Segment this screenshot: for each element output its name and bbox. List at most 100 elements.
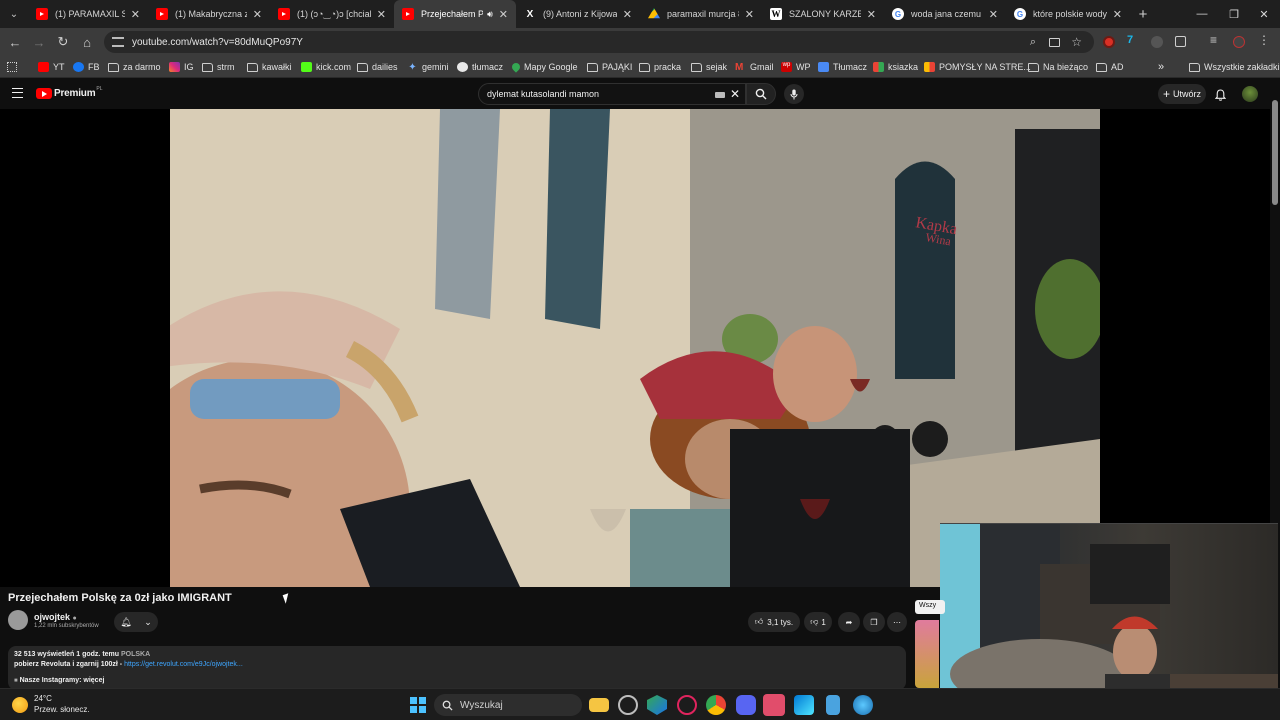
notifications-bell-icon[interactable]	[1214, 88, 1227, 106]
close-tab-icon[interactable]: ✕	[867, 8, 876, 21]
menu-kebab-icon[interactable]: ⋮	[1258, 33, 1270, 47]
browser-tab[interactable]: (1) (ɔ◔‿◔)ɔ [chcial ✕	[270, 0, 394, 28]
zoom-icon[interactable]: ⌕	[1030, 36, 1036, 49]
share-button[interactable]: ➦	[838, 612, 860, 632]
bookmark-yt[interactable]: YT	[38, 60, 65, 74]
weather-desc[interactable]: Przew. słonecz.	[34, 705, 90, 714]
address-bar[interactable]: youtube.com/watch?v=80dMuQPo97Y ⌕ ☆	[104, 31, 1094, 53]
opera-icon[interactable]	[677, 695, 697, 715]
save-button[interactable]: ❐	[863, 612, 885, 632]
subscription-bell-button[interactable]: 🔔︎ ⌄	[114, 612, 158, 632]
browser-tab[interactable]: (1) Makabryczna zbro ✕	[148, 0, 270, 28]
speaker-icon[interactable]: 🔊︎	[487, 9, 493, 20]
site-info-icon[interactable]	[112, 37, 124, 47]
bookmark-gmail[interactable]: M Gmail	[735, 60, 774, 74]
close-window-icon[interactable]: ✕	[1248, 0, 1280, 28]
bookmark-folder[interactable]: AD	[1096, 60, 1124, 74]
bookmark-folder[interactable]: kawałki	[247, 60, 292, 74]
forward-arrow-icon[interactable]: →	[29, 32, 49, 52]
related-video-thumbnail[interactable]	[915, 620, 939, 688]
show-more-link[interactable]: więcej	[83, 677, 104, 684]
keyboard-icon[interactable]	[715, 92, 725, 98]
browser-tab[interactable]: paramaxil murcja 80 ✕	[640, 0, 762, 28]
youtube-logo[interactable]: Premium PL	[36, 86, 103, 99]
close-tab-icon[interactable]: ✕	[253, 8, 262, 21]
search-button[interactable]	[746, 83, 776, 105]
video-description[interactable]: 32 513 wyświetleń 1 godz. temu POLSKA po…	[8, 646, 906, 690]
filter-chip-all[interactable]: Wszy	[915, 600, 945, 614]
tab-search-chevron-icon[interactable]: ⌄	[0, 0, 28, 28]
close-tab-icon[interactable]: ✕	[499, 8, 508, 21]
reload-icon[interactable]: ↻	[53, 32, 73, 52]
bookmark-translate[interactable]: tłumacz	[457, 60, 503, 74]
bookmark-pomysly[interactable]: POMYSŁY NA STRE...	[924, 60, 1031, 74]
bookmark-star-icon[interactable]: ☆	[1071, 35, 1082, 49]
description-link[interactable]: https://get.revolut.com/e9Jc/ojwojtek...	[124, 661, 243, 668]
notepad-icon[interactable]	[826, 695, 840, 715]
browser-tab-active[interactable]: Przejechałem Pol 🔊︎ ✕	[394, 0, 516, 28]
bookmark-translate[interactable]: Tłumacz	[818, 60, 867, 74]
browser-tab[interactable]: (1) PARAMAXIL SZAL ✕	[28, 0, 148, 28]
channel-name[interactable]: ojwojtek ●	[34, 612, 77, 622]
browser-tab[interactable]: X (9) Antoni z Kijowa w ✕	[516, 0, 640, 28]
clear-search-icon[interactable]: ✕	[730, 87, 740, 101]
close-tab-icon[interactable]: ✕	[745, 8, 754, 21]
all-bookmarks-folder[interactable]: Wszystkie zakładki	[1189, 60, 1280, 74]
media-controls-icon[interactable]: ≡	[1210, 33, 1222, 47]
browser-tab[interactable]: W SZALONY KARZEŁ PO ✕	[762, 0, 884, 28]
page-scrollbar-thumb[interactable]	[1272, 100, 1278, 205]
close-tab-icon[interactable]: ✕	[623, 8, 632, 21]
new-tab-icon[interactable]: +	[1130, 6, 1156, 23]
video-player[interactable]: Kapka Wina	[170, 109, 1100, 587]
profile-avatar-icon[interactable]	[1233, 36, 1245, 48]
more-bookmarks-chevron-icon[interactable]: »	[1158, 60, 1164, 74]
chrome-icon[interactable]	[706, 695, 726, 715]
install-app-icon[interactable]	[1049, 37, 1060, 47]
minimize-icon[interactable]: —	[1186, 0, 1218, 28]
bookmark-folder[interactable]: PAJĄKI	[587, 60, 632, 74]
account-avatar[interactable]	[1242, 86, 1258, 102]
bookmark-ksiazka[interactable]: ksiazka	[873, 60, 918, 74]
globe-icon[interactable]	[853, 695, 873, 715]
create-button[interactable]: + Utwórz	[1158, 84, 1206, 104]
channel-avatar[interactable]	[8, 610, 28, 630]
bookmark-folder[interactable]: pracka	[639, 60, 681, 74]
hamburger-menu-icon[interactable]	[12, 88, 23, 98]
bookmark-folder[interactable]: sejak	[691, 60, 727, 74]
weather-sun-icon[interactable]	[12, 697, 28, 713]
app-icon[interactable]	[763, 694, 785, 716]
record-extension-icon[interactable]	[1103, 36, 1115, 48]
bookmark-wp[interactable]: wp WP	[781, 60, 811, 74]
taskbar-search-input[interactable]: Wyszukaj	[434, 694, 582, 716]
more-actions-button[interactable]: ⋯	[887, 612, 907, 632]
extension-icon[interactable]	[1151, 36, 1163, 48]
restore-icon[interactable]: ❐	[1218, 0, 1250, 28]
weather-temp[interactable]: 24°C	[34, 694, 52, 703]
voice-search-button[interactable]	[784, 84, 804, 104]
windows-start-icon[interactable]	[410, 697, 426, 713]
browser-tab[interactable]: G które polskie wody s ✕	[1006, 0, 1130, 28]
close-tab-icon[interactable]: ✕	[989, 8, 998, 21]
bookmark-kick[interactable]: kick.com	[301, 60, 351, 74]
extensions-puzzle-icon[interactable]	[1175, 36, 1186, 47]
bookmark-folder[interactable]: Na bieżąco	[1028, 60, 1088, 74]
bookmark-maps[interactable]: Mapy Google	[510, 60, 578, 74]
bookmark-folder[interactable]: dailies	[357, 60, 398, 74]
discord-icon[interactable]	[736, 695, 756, 715]
browser-tab[interactable]: G woda jana czemu jes ✕	[884, 0, 1006, 28]
file-explorer-icon[interactable]	[589, 698, 609, 712]
home-icon[interactable]: ⌂	[77, 32, 97, 52]
bookmark-fb[interactable]: FB	[73, 60, 100, 74]
bookmark-folder[interactable]: za darmo	[108, 60, 161, 74]
paint-icon[interactable]	[794, 695, 814, 715]
extension-icon[interactable]: 7	[1127, 34, 1141, 46]
apps-grid-icon[interactable]	[7, 60, 17, 74]
bookmark-ig[interactable]: IG	[169, 60, 194, 74]
bookmark-folder[interactable]: strm	[202, 60, 235, 74]
bookmark-gemini[interactable]: ✦ gemini	[407, 60, 448, 74]
close-tab-icon[interactable]: ✕	[377, 8, 386, 21]
shield-icon[interactable]	[647, 695, 667, 715]
like-button[interactable]: 👍︎ 3,1 tys.	[748, 612, 800, 632]
back-arrow-icon[interactable]: ←	[5, 32, 25, 52]
close-tab-icon[interactable]: ✕	[131, 8, 140, 21]
